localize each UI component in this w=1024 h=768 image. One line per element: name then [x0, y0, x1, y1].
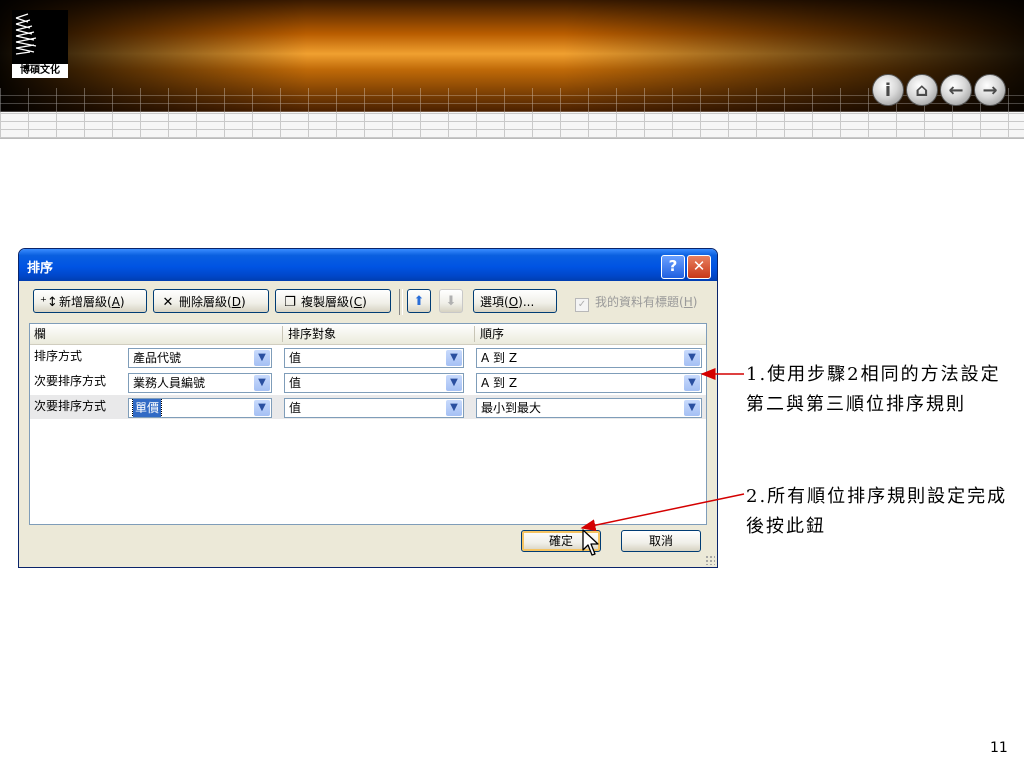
page-number: 11: [990, 740, 1008, 756]
annotation-note-2: 2.所有順位排序規則設定完成後按此鈕: [746, 486, 1008, 537]
annotation-arrow-2: [580, 493, 745, 532]
annotation-note-1: 1.使用步驟2相同的方法設定第二與第三順位排序規則: [746, 364, 1001, 415]
